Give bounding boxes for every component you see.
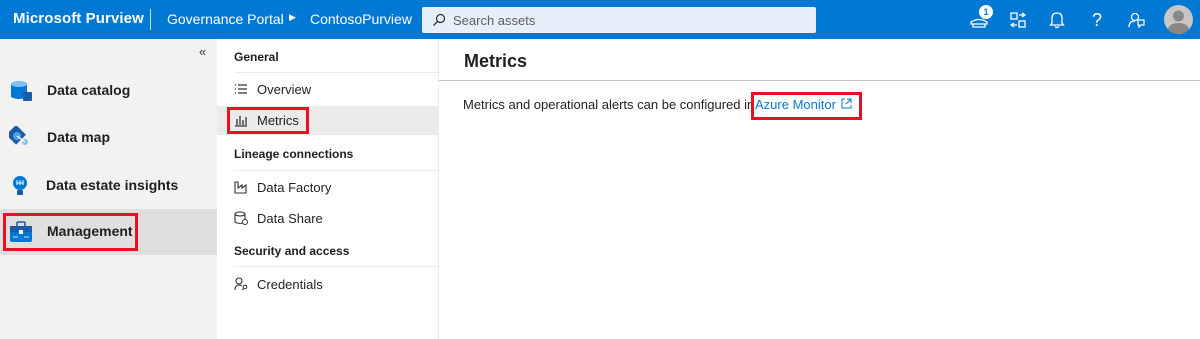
directory-switch-icon[interactable] [1007,9,1029,31]
search-box[interactable]: Search assets [422,7,816,33]
subnav-label-data-factory: Data Factory [257,180,332,195]
nav-item-data-catalog[interactable]: Data catalog [0,68,217,114]
search-icon [433,13,446,26]
section-divider [234,72,440,73]
left-nav: « Data catalog Data map Data estate insi… [0,39,217,339]
highlight-box-azure-monitor [751,92,862,120]
subnav-label-data-share: Data Share [257,211,323,226]
section-heading-general: General [234,50,279,64]
data-share-icon [234,211,248,225]
breadcrumb-caret-icon: ▶ [289,12,296,22]
subnav-item-data-share[interactable]: Data Share [217,204,438,233]
help-icon[interactable]: ? [1086,9,1108,31]
feedback-icon[interactable] [1125,9,1147,31]
highlight-box-metrics [227,107,309,134]
section-heading-lineage: Lineage connections [234,147,354,161]
top-bar: Microsoft Purview Governance Portal ▶ Co… [0,0,1200,39]
nav-label-data-catalog: Data catalog [47,82,131,98]
subnav-item-credentials[interactable]: Credentials [217,270,438,299]
nav-label-data-estate-insights: Data estate insights [46,177,179,193]
list-icon [235,84,247,94]
title-divider [439,80,1200,81]
data-factory-icon [234,181,247,194]
brand-title[interactable]: Microsoft Purview [13,10,144,27]
bell-icon[interactable] [1046,9,1068,31]
data-map-icon [9,126,28,145]
breadcrumb-account[interactable]: ContosoPurview [310,11,412,27]
nav-item-data-estate-insights[interactable]: Data estate insights [0,163,217,209]
breadcrumb-portal[interactable]: Governance Portal [167,11,284,27]
subnav-item-data-factory[interactable]: Data Factory [217,173,438,202]
section-heading-security: Security and access [234,244,350,258]
highlight-box-management [3,213,138,251]
collapse-nav-icon[interactable]: « [199,44,206,59]
section-divider [234,266,440,267]
description-text: Metrics and operational alerts can be co… [463,97,755,112]
search-input[interactable]: Search assets [453,13,535,28]
nav-item-data-map[interactable]: Data map [0,115,217,161]
insights-icon [13,176,27,195]
notification-badge: 1 [979,5,993,19]
section-divider [234,170,440,171]
page-title: Metrics [464,51,528,71]
subnav-item-overview[interactable]: Overview [217,75,438,104]
credentials-icon [234,277,248,291]
nav-label-data-map: Data map [47,129,111,145]
subnav-label-credentials: Credentials [257,277,323,292]
data-catalog-icon [11,81,32,101]
user-avatar[interactable] [1164,5,1193,34]
subnav-label-overview: Overview [257,82,312,97]
management-subnav: General Overview Metrics Lineage connect… [217,39,440,339]
brand-divider [150,9,151,30]
